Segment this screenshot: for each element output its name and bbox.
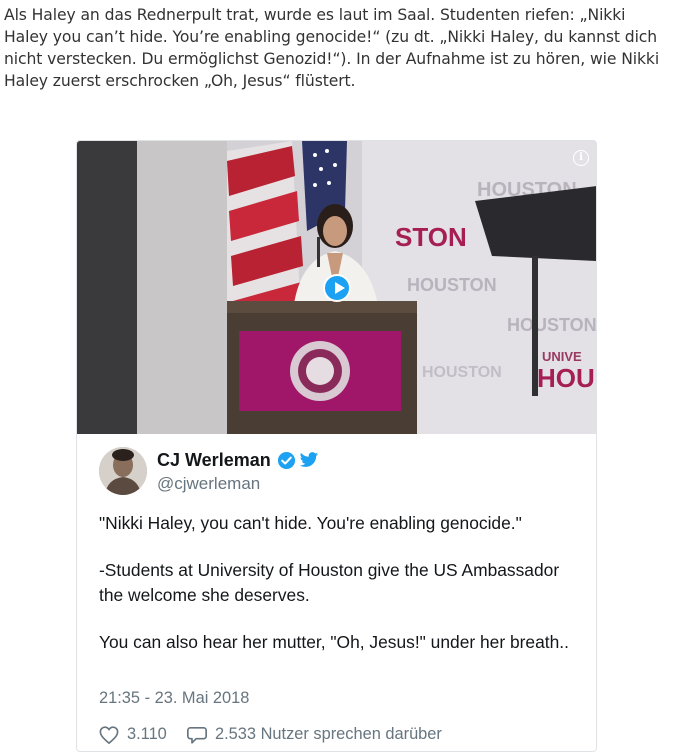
play-icon[interactable] xyxy=(323,274,351,302)
reply-count-label: 2.533 Nutzer sprechen darüber xyxy=(215,725,442,743)
heart-icon xyxy=(99,725,119,744)
info-icon[interactable]: i xyxy=(573,150,589,166)
twitter-bird-icon[interactable] xyxy=(299,452,319,469)
tweet-text: "Nikki Haley, you can't hide. You're ena… xyxy=(99,511,579,655)
tweet-header: CJ Werleman @cjwerleman xyxy=(99,447,579,497)
like-count: 3.110 xyxy=(127,725,167,743)
article-paragraph: Als Haley an das Rednerpult trat, wurde … xyxy=(4,6,660,90)
tweet-text-line: "Nikki Haley, you can't hide. You're ena… xyxy=(99,513,522,533)
svg-text:STON: STON xyxy=(395,222,467,252)
like-button[interactable]: 3.110 xyxy=(99,725,167,744)
tweet-text-line: -Students at University of Houston give … xyxy=(99,560,560,605)
video-player[interactable]: HOUSTON STON HOUSTON HOUSTON UNIVE HOU H… xyxy=(77,141,597,434)
tweet-timestamp[interactable]: 21:35 - 23. Mai 2018 xyxy=(99,689,249,708)
author-name[interactable]: CJ Werleman xyxy=(157,450,271,471)
svg-text:HOUSTON: HOUSTON xyxy=(407,275,497,295)
verified-badge-icon xyxy=(277,451,296,470)
svg-text:UNIVE: UNIVE xyxy=(542,349,582,364)
tweet-text-line: You can also hear her mutter, "Oh, Jesus… xyxy=(99,632,569,652)
tweet-actions: 3.110 2.533 Nutzer sprechen darüber xyxy=(99,725,579,747)
reply-button[interactable]: 2.533 Nutzer sprechen darüber xyxy=(187,725,442,744)
embedded-tweet[interactable]: HOUSTON STON HOUSTON HOUSTON UNIVE HOU H… xyxy=(76,140,597,752)
avatar[interactable] xyxy=(99,447,147,495)
podium xyxy=(227,301,417,434)
svg-text:HOU: HOU xyxy=(537,363,595,393)
author-handle[interactable]: @cjwerleman xyxy=(157,474,260,494)
svg-text:HOUSTON: HOUSTON xyxy=(507,315,597,335)
svg-text:HOUSTON: HOUSTON xyxy=(422,364,502,381)
speech-bubble-icon xyxy=(187,727,207,744)
